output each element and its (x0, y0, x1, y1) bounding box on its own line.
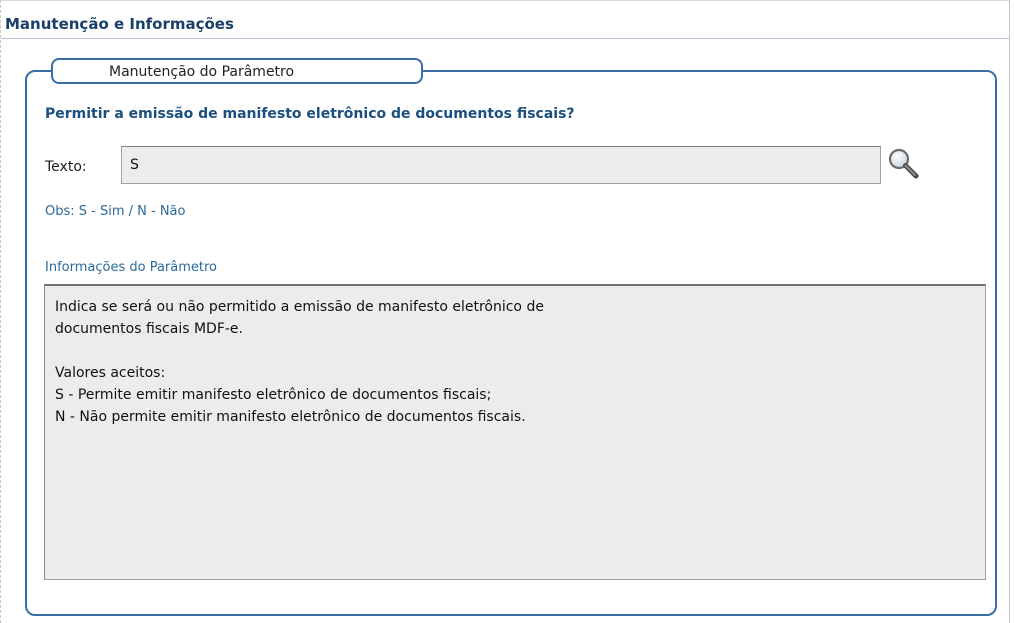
parameter-window: Manutenção e Informações Manutenção do P… (0, 0, 1014, 623)
window-right-border (1009, 0, 1010, 623)
fieldset-legend-label: Manutenção do Parâmetro (109, 64, 295, 80)
info-line: Indica se será ou não permitido a emissã… (55, 299, 544, 315)
texto-input[interactable] (121, 146, 881, 184)
info-line: N - Não permite emitir manifesto eletrôn… (55, 409, 526, 425)
parameter-question: Permitir a emissão de manifesto eletrôni… (45, 106, 575, 122)
info-textarea[interactable]: Indica se será ou não permitido a emissã… (44, 284, 986, 580)
section-title-underline (1, 38, 1009, 39)
section-title: Manutenção e Informações (5, 15, 234, 33)
texto-label: Texto: (45, 159, 87, 175)
fieldset-legend: Manutenção do Parâmetro (51, 58, 423, 84)
obs-note: Obs: S - Sim / N - Não (45, 204, 186, 219)
info-line (55, 340, 985, 362)
info-label: Informações do Parâmetro (45, 260, 217, 275)
window-top-border (1, 0, 1009, 1)
info-line: Valores aceitos: (55, 365, 166, 381)
magnifier-icon (888, 148, 919, 179)
search-button[interactable] (885, 146, 921, 182)
info-line: S - Permite emitir manifesto eletrônico … (55, 387, 492, 403)
info-line: documentos fiscais MDF-e. (55, 321, 243, 337)
